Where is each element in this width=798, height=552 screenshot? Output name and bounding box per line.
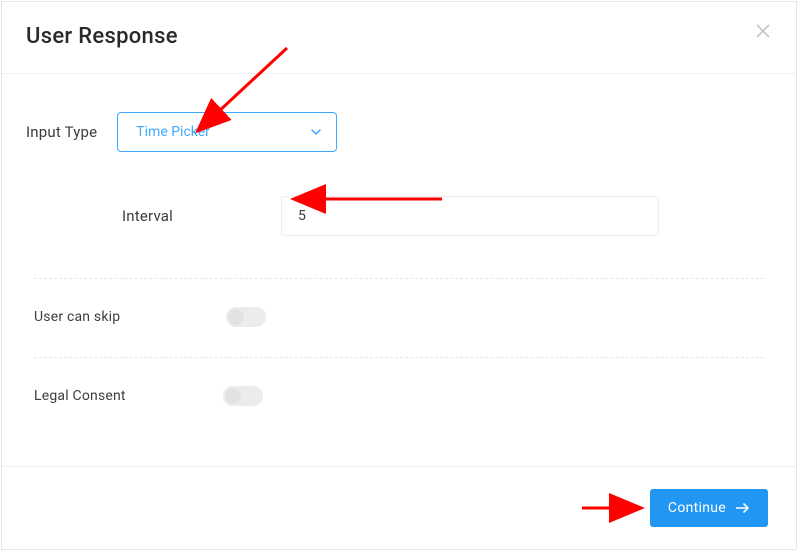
input-type-select[interactable]: Time Picker [117, 112, 337, 152]
continue-button[interactable]: Continue [650, 489, 768, 527]
close-icon [756, 24, 770, 38]
panel-footer: Continue [2, 467, 796, 549]
close-button[interactable] [752, 20, 774, 42]
panel-title: User Response [26, 24, 178, 49]
chevron-down-icon [310, 126, 322, 138]
legal-consent-row: Legal Consent [26, 386, 772, 406]
user-can-skip-toggle[interactable] [226, 307, 266, 327]
user-can-skip-row: User can skip [26, 307, 772, 327]
toggle-knob [225, 388, 241, 404]
continue-label: Continue [668, 500, 726, 516]
interval-label: Interval [122, 207, 173, 225]
interval-input[interactable] [281, 196, 659, 236]
panel-header: User Response [2, 2, 796, 74]
interval-row: Interval [26, 196, 772, 236]
user-response-panel: User Response Input Type Time Picker Int… [1, 1, 797, 550]
input-type-row: Input Type Time Picker [26, 112, 772, 152]
legal-consent-label: Legal Consent [34, 388, 126, 404]
arrow-right-icon [736, 502, 750, 514]
legal-consent-toggle[interactable] [223, 386, 263, 406]
toggle-knob [228, 309, 244, 325]
panel-content: Input Type Time Picker Interval User can… [2, 74, 796, 416]
divider [34, 278, 764, 279]
divider [34, 357, 764, 358]
input-type-label: Input Type [26, 123, 97, 141]
input-type-value: Time Picker [136, 124, 210, 140]
user-can-skip-label: User can skip [34, 309, 120, 325]
